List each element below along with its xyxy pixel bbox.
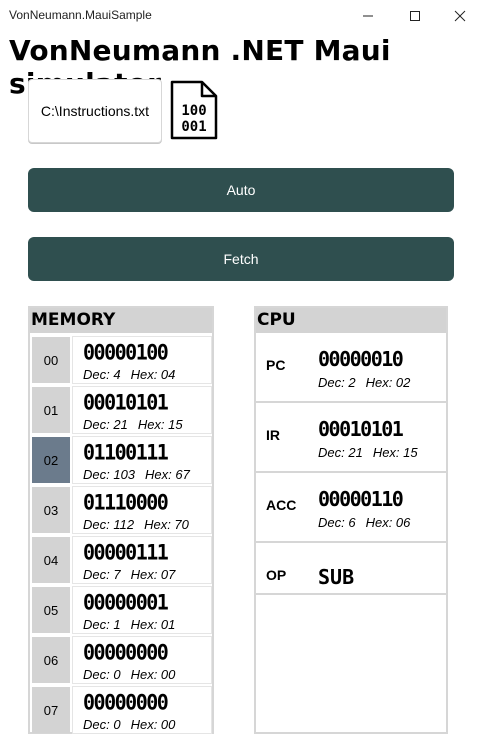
window-title: VonNeumann.MauiSample: [9, 8, 152, 22]
register-dec: Dec: 6: [318, 515, 356, 530]
memory-row: 00 00000100 Dec: 4 Hex: 04: [30, 335, 212, 385]
cpu-panel: CPU PC 00000010 Dec: 2 Hex: 02 IR 0001010…: [254, 306, 448, 734]
file-icon-line-2: 001: [181, 119, 206, 135]
memory-row: 02 01100111 Dec: 103 Hex: 67: [30, 435, 212, 485]
memory-address: 03: [32, 487, 70, 533]
file-path-text: C:\Instructions.txt: [40, 103, 150, 119]
close-icon: [454, 10, 466, 22]
memory-header: MEMORY: [30, 308, 212, 333]
register-label: PC: [266, 357, 286, 373]
memory-row: 05 00000001 Dec: 1 Hex: 01: [30, 585, 212, 635]
memory-dec: Dec: 21: [83, 417, 128, 432]
register-bits: 00010101: [318, 417, 404, 441]
maximize-button[interactable]: [392, 0, 438, 32]
memory-address: 01: [32, 387, 70, 433]
auto-button[interactable]: Auto: [28, 168, 454, 212]
memory-bits: 00000100: [83, 339, 169, 365]
register-label: OP: [266, 567, 287, 583]
cpu-register-acc: ACC 00000110 Dec: 6 Hex: 06: [256, 475, 446, 543]
maximize-icon: [410, 11, 420, 21]
memory-hex: Hex: 01: [130, 617, 176, 632]
memory-row: 06 00000000 Dec: 0 Hex: 00: [30, 635, 212, 685]
memory-dec: Dec: 112: [83, 517, 135, 532]
memory-cell: 00000111 Dec: 7 Hex: 07: [72, 536, 212, 584]
memory-cell: 00010101 Dec: 21 Hex: 15: [72, 386, 212, 434]
cpu-header: CPU: [256, 308, 446, 333]
register-bits: 00000110: [318, 487, 404, 511]
fetch-button[interactable]: Fetch: [28, 237, 454, 281]
op-value: SUB: [318, 565, 355, 589]
memory-dec: Dec: 0: [83, 667, 121, 682]
memory-bits: 00000000: [83, 639, 169, 665]
register-dec: Dec: 2: [318, 375, 356, 390]
minimize-button[interactable]: [345, 0, 391, 32]
memory-cell: 00000001 Dec: 1 Hex: 01: [72, 586, 212, 634]
memory-dec: Dec: 7: [83, 567, 121, 582]
memory-address: 06: [32, 637, 70, 683]
memory-hex: Hex: 70: [144, 517, 189, 532]
memory-address: 07: [32, 687, 70, 733]
memory-bits: 01110000: [83, 489, 169, 515]
cpu-empty-area: [256, 596, 446, 732]
memory-dec: Dec: 4: [83, 367, 121, 382]
file-path-field[interactable]: C:\Instructions.txt: [28, 79, 162, 143]
register-label: IR: [266, 427, 280, 443]
memory-row: 01 00010101 Dec: 21 Hex: 15: [30, 385, 212, 435]
register-bits: 00000010: [318, 347, 404, 371]
binary-file-icon[interactable]: 100 001: [170, 80, 218, 140]
memory-cell: 00000000 Dec: 0 Hex: 00: [72, 636, 212, 684]
memory-hex: Hex: 15: [137, 417, 183, 432]
memory-row: 04 00000111 Dec: 7 Hex: 07: [30, 535, 212, 585]
window-titlebar: VonNeumann.MauiSample: [0, 0, 479, 32]
memory-dec: Dec: 1: [83, 617, 121, 632]
file-icon-line-1: 100: [181, 103, 206, 119]
memory-cell: 00000100 Dec: 4 Hex: 04: [72, 336, 212, 384]
memory-hex: Hex: 07: [130, 567, 176, 582]
cpu-register-op: OP SUB: [256, 545, 446, 595]
memory-panel: MEMORY 00 00000100 Dec: 4 Hex: 04 01 00010101…: [28, 306, 214, 734]
memory-hex: Hex: 00: [130, 667, 176, 682]
memory-bits: 00000001: [83, 589, 169, 615]
memory-dec: Dec: 0: [83, 717, 121, 732]
memory-address: 02: [32, 437, 70, 483]
memory-cell: 01110000 Dec: 112 Hex: 70: [72, 486, 212, 534]
memory-address: 04: [32, 537, 70, 583]
memory-cell: 01100111 Dec: 103 Hex: 67: [72, 436, 212, 484]
memory-cell: 00000000 Dec: 0 Hex: 00: [72, 686, 212, 734]
register-hex: Hex: 02: [365, 375, 411, 390]
register-label: ACC: [266, 497, 297, 513]
memory-bits: 01100111: [83, 439, 169, 465]
memory-address: 00: [32, 337, 70, 383]
memory-bits: 00000000: [83, 689, 169, 715]
memory-dec: Dec: 103: [83, 467, 136, 482]
register-hex: Hex: 06: [365, 515, 411, 530]
memory-bits: 00000111: [83, 539, 169, 565]
memory-hex: Hex: 67: [145, 467, 190, 482]
close-button[interactable]: [437, 0, 479, 32]
memory-row: 03 01110000 Dec: 112 Hex: 70: [30, 485, 212, 535]
register-dec: Dec: 21: [318, 445, 363, 460]
register-hex: Hex: 15: [372, 445, 418, 460]
memory-row: 07 00000000 Dec: 0 Hex: 00: [30, 685, 212, 735]
memory-hex: Hex: 04: [130, 367, 176, 382]
memory-hex: Hex: 00: [130, 717, 176, 732]
memory-bits: 00010101: [83, 389, 169, 415]
cpu-register-pc: PC 00000010 Dec: 2 Hex: 02: [256, 335, 446, 403]
cpu-register-ir: IR 00010101 Dec: 21 Hex: 15: [256, 405, 446, 473]
minimize-icon: [363, 15, 373, 17]
memory-address: 05: [32, 587, 70, 633]
